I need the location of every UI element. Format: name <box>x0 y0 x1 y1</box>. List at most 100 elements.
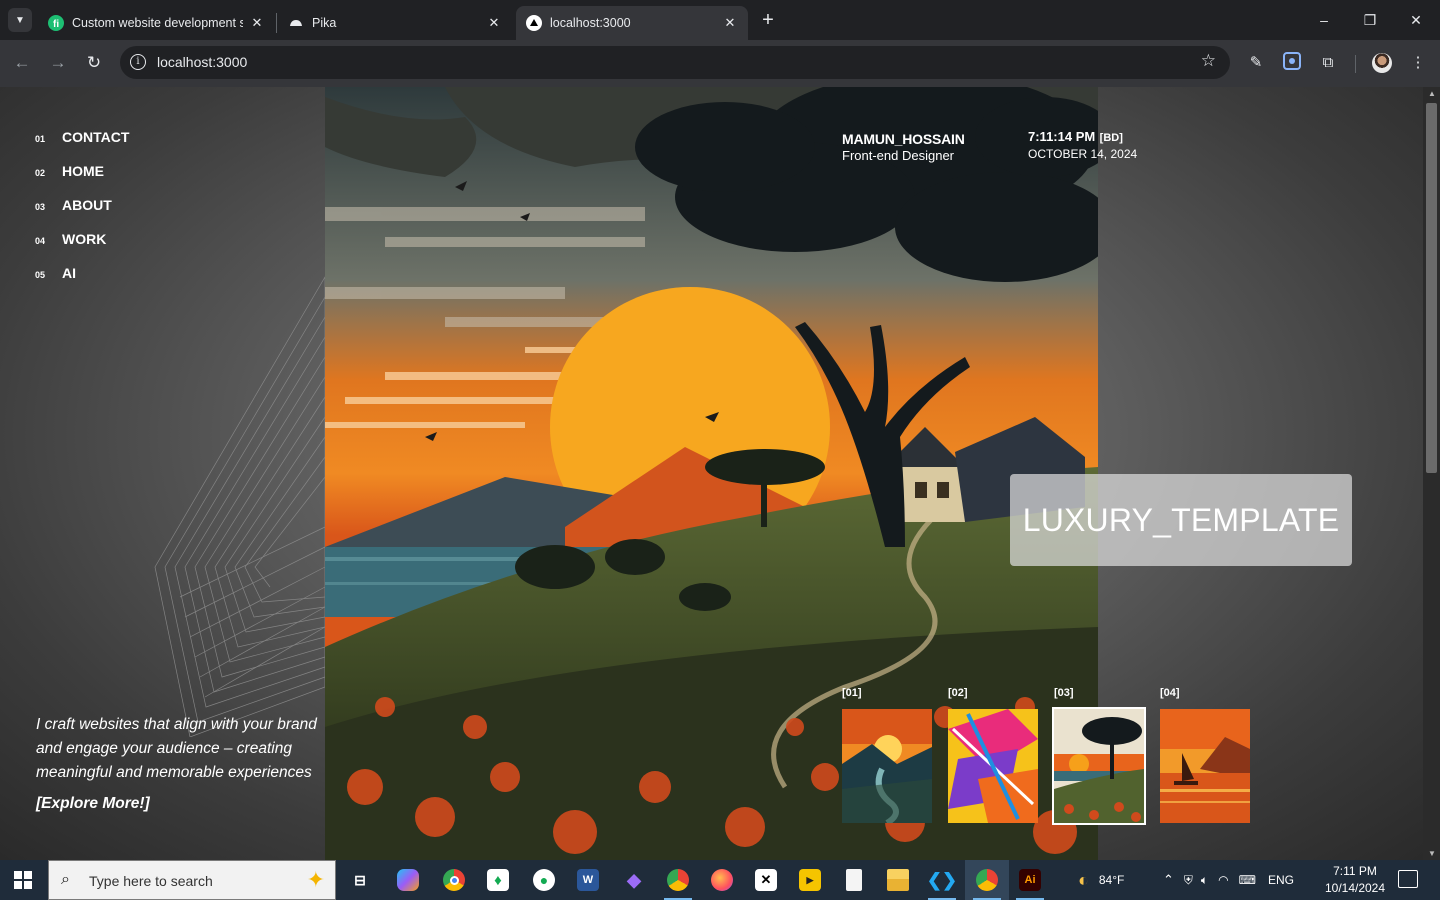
nav-number: 05 <box>35 270 46 280</box>
taskbar-clock[interactable]: 7:11 PM 10/14/2024 <box>1320 863 1390 897</box>
tab-title: Custom website development s <box>72 16 243 30</box>
designer-name: MAMUN_HOSSAIN <box>842 131 965 147</box>
close-window-button[interactable]: ✕ <box>1404 8 1428 32</box>
copilot-icon[interactable] <box>386 860 430 900</box>
chrome-icon[interactable] <box>432 860 476 900</box>
scrollbar-thumb[interactable] <box>1426 103 1437 473</box>
taskbar-search[interactable]: ⌕ Type here to search ✦ <box>48 860 336 900</box>
word-icon[interactable]: W <box>566 860 610 900</box>
tab-search-button[interactable]: ▼ <box>8 8 32 32</box>
nav-item-home[interactable]: 02 HOME <box>35 163 129 197</box>
live-clock: 7:11:14 PM [BD] OCTOBER 14, 2024 <box>1028 128 1137 161</box>
volume-icon[interactable]: 🔈︎ <box>1201 873 1208 888</box>
taskbar-date: 10/14/2024 <box>1324 881 1386 895</box>
thumbnail-03[interactable]: [03] <box>1052 687 1146 825</box>
forward-button[interactable]: → <box>46 51 70 75</box>
clock-time: 7:11:14 PM <box>1028 129 1096 144</box>
bookmark-star-icon[interactable]: ☆ <box>1201 51 1216 71</box>
minimize-button[interactable]: – <box>1312 8 1336 32</box>
tab-pika[interactable]: Pika ✕ <box>278 6 512 40</box>
nav-number: 02 <box>35 168 46 178</box>
site-info-icon[interactable]: i <box>130 54 146 70</box>
weather-moon-icon: ◐ <box>1078 869 1089 890</box>
maximize-button[interactable]: ❐ <box>1358 8 1382 32</box>
tab-localhost[interactable]: localhost:3000 ✕ <box>516 6 748 40</box>
address-bar[interactable]: i localhost:3000 ☆ <box>120 46 1230 79</box>
potplayer-icon[interactable]: ▶ <box>788 860 832 900</box>
thumbnail-02[interactable]: [02] <box>948 687 1040 823</box>
template-badge: LUXURY_TEMPLATE <box>1010 474 1352 566</box>
nav-label: AI <box>62 265 76 281</box>
notepad-icon[interactable] <box>832 860 876 900</box>
illustrator-icon[interactable]: Ai <box>1008 860 1052 900</box>
nav-item-about[interactable]: 03 ABOUT <box>35 197 129 231</box>
scroll-down-icon[interactable]: ▼ <box>1427 849 1437 858</box>
chevron-up-icon[interactable]: ⌃ <box>1163 872 1174 888</box>
windows-start-icon[interactable] <box>14 871 32 889</box>
nav-number: 03 <box>35 202 46 212</box>
thumbnail-index: [04] <box>1160 687 1180 699</box>
page-scrollbar[interactable]: ▲ ▼ <box>1423 87 1440 860</box>
clock-date: OCTOBER 14, 2024 <box>1028 147 1138 161</box>
toolbar-divider <box>1355 55 1356 73</box>
nav-number: 04 <box>35 236 46 246</box>
scroll-up-icon[interactable]: ▲ <box>1427 89 1437 98</box>
close-icon[interactable]: ✕ <box>249 15 265 31</box>
mongodb-compass-icon[interactable]: ♦ <box>476 860 520 900</box>
profile-avatar[interactable] <box>1372 53 1392 73</box>
language-indicator[interactable]: ENG <box>1268 873 1294 887</box>
chrome-profile-icon[interactable] <box>656 860 700 900</box>
nav-number: 01 <box>35 134 46 144</box>
tab-separator <box>276 13 277 33</box>
nav-item-ai[interactable]: 05 AI <box>35 265 129 299</box>
close-icon[interactable]: ✕ <box>722 15 738 31</box>
hero-tagline: I craft websites that align with your br… <box>36 716 317 781</box>
whatsapp-icon[interactable]: ● <box>522 860 566 900</box>
task-view-icon[interactable]: ⊟ <box>338 860 382 900</box>
vscode-icon[interactable]: ❮❯ <box>920 860 964 900</box>
svg-text:fi: fi <box>53 19 59 30</box>
nav-item-work[interactable]: 04 WORK <box>35 231 129 265</box>
thumbnail-image <box>948 709 1038 823</box>
extension-blue-icon[interactable] <box>1281 52 1303 74</box>
pika-icon <box>288 15 304 31</box>
thumbnail-04[interactable]: [04] <box>1160 687 1252 823</box>
tab-fiverr[interactable]: fi Custom website development s ✕ <box>38 6 275 40</box>
tab-title: localhost:3000 <box>550 16 631 30</box>
weather-widget[interactable]: ◐ 84°F <box>1078 860 1124 900</box>
nav-label: CONTACT <box>62 129 130 145</box>
designer-role: Front-end Designer <box>842 148 954 163</box>
thumbnail-image <box>1160 709 1250 823</box>
thumbnail-index: [03] <box>1054 687 1074 699</box>
keyboard-icon[interactable]: ⌨ <box>1239 873 1256 887</box>
screen: ▼ fi Custom website development s ✕ Pika… <box>0 0 1440 900</box>
obsidian-icon[interactable]: ◆ <box>612 860 656 900</box>
vercel-icon <box>526 15 542 31</box>
thumbnail-image <box>842 709 932 823</box>
nav-label: ABOUT <box>62 197 112 213</box>
defender-shield-icon[interactable]: ⛨ <box>1184 873 1193 888</box>
eyedropper-icon[interactable]: ✎ <box>1245 52 1267 74</box>
thumbnail-01[interactable]: [01] <box>842 687 934 823</box>
back-button[interactable]: ← <box>10 51 34 75</box>
windows-taskbar: ⌕ Type here to search ✦ ⊟ ♦ ● W ◆ ✕ ▶ ❮❯… <box>0 860 1440 900</box>
close-icon[interactable]: ✕ <box>486 15 502 31</box>
capcut-icon[interactable]: ✕ <box>744 860 788 900</box>
clock-timezone: [BD] <box>1099 132 1123 144</box>
search-placeholder: Type here to search <box>89 873 213 889</box>
firefox-icon[interactable] <box>700 860 744 900</box>
new-tab-button[interactable]: + <box>757 9 779 31</box>
system-tray: ⌃ ⛨ 🔈︎ ◠ ⌨ ENG <box>1163 860 1294 900</box>
explore-more-link[interactable]: [Explore More!] <box>36 795 150 813</box>
extensions-puzzle-icon[interactable]: ⧉ <box>1317 52 1339 74</box>
thumbnail-image <box>1052 707 1146 825</box>
menu-kebab-icon[interactable]: ⋮ <box>1407 52 1429 74</box>
file-explorer-icon[interactable] <box>876 860 920 900</box>
reload-button[interactable]: ↻ <box>82 51 106 75</box>
notification-center-icon[interactable] <box>1398 870 1418 888</box>
nav-item-contact[interactable]: 01 CONTACT <box>35 129 129 163</box>
tab-strip: ▼ fi Custom website development s ✕ Pika… <box>0 0 1440 40</box>
nav-label: WORK <box>62 231 107 247</box>
wifi-icon[interactable]: ◠ <box>1218 873 1228 887</box>
chrome-active-icon[interactable] <box>965 860 1009 900</box>
